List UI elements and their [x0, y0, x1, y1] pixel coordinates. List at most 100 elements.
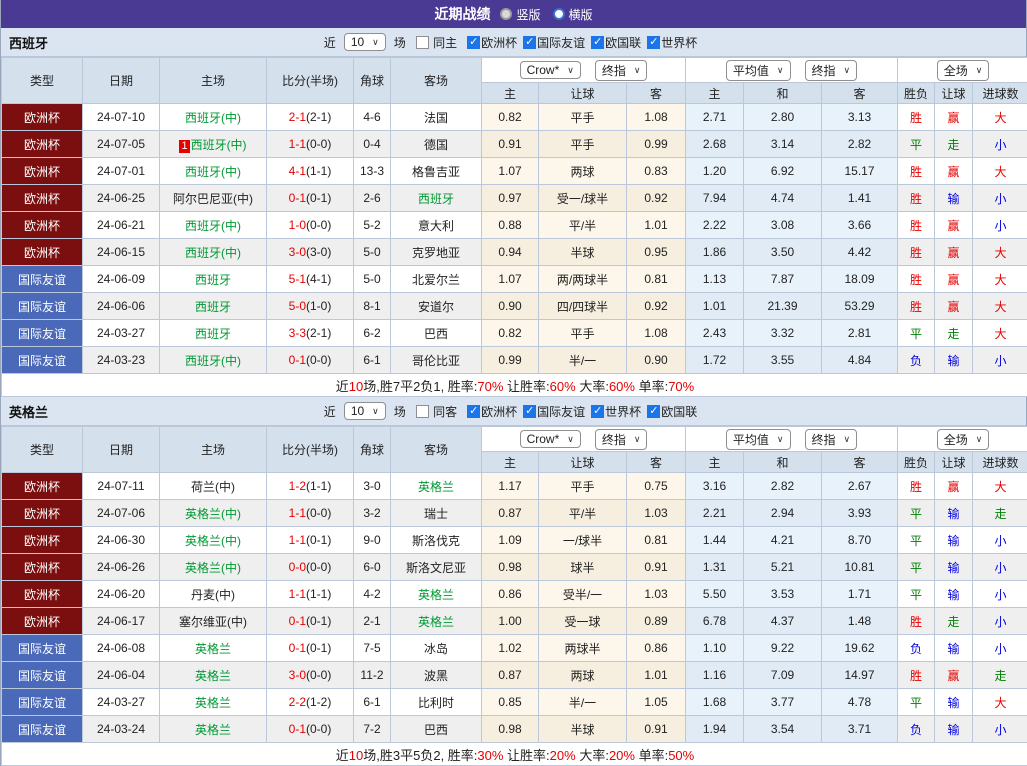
match-date-cell: 24-06-26 [83, 554, 160, 581]
chevron-down-icon: ∨ [634, 65, 641, 76]
full-time-score: 2-1 [289, 110, 306, 124]
full-match-select[interactable]: 全场∨ [937, 429, 990, 450]
checkbox-icon [591, 36, 604, 49]
average-odds-cell: 7.87 [744, 266, 822, 293]
half-time-score: (0-0) [306, 353, 331, 367]
table-row: 国际友谊24-03-27西班牙3-3(2-1)6-2巴西0.82平手1.082.… [2, 320, 1027, 347]
competition-checkbox[interactable]: 国际友谊 [523, 36, 591, 50]
handicap-odds-cell: 0.99 [482, 347, 539, 374]
competition-checkbox[interactable]: 欧洲杯 [467, 405, 523, 419]
handicap-odds-cell: 0.82 [482, 320, 539, 347]
handicap-odds-cell: 0.94 [482, 239, 539, 266]
bookmaker-select[interactable]: Crow*∨ [520, 430, 581, 448]
subcol-handicap-result: 让球 [935, 83, 973, 104]
competition-checkbox[interactable]: 国际友谊 [523, 405, 591, 419]
chevron-down-icon: ∨ [844, 434, 851, 445]
half-time-score: (1-1) [306, 479, 331, 493]
average-odds-cell: 3.55 [744, 347, 822, 374]
handicap-odds-cell: 1.09 [482, 527, 539, 554]
odds-time-select[interactable]: 终指∨ [595, 60, 648, 81]
score-cell: 0-1(0-1) [267, 185, 354, 212]
subcol-winlose: 胜负 [898, 452, 935, 473]
away-team-name: 克罗地亚 [412, 246, 460, 260]
home-team-cell: 西班牙(中) [160, 239, 267, 266]
competition-checkbox[interactable]: 欧国联 [647, 405, 703, 419]
competition-label: 欧国联 [605, 36, 641, 50]
match-date-cell: 24-03-23 [83, 347, 160, 374]
match-count-select[interactable]: 10∨ [344, 402, 386, 420]
section-summary: 近10场,胜3平5负2, 胜率:30% 让胜率:20% 大率:20% 单率:50… [2, 743, 1027, 766]
full-match-select[interactable]: 全场∨ [937, 60, 990, 81]
odds-time-select-2[interactable]: 终指∨ [805, 429, 858, 450]
competition-checkbox[interactable]: 世界杯 [647, 36, 703, 50]
away-team-cell: 斯洛文尼亚 [391, 554, 482, 581]
handicap-odds-cell: 半球 [539, 239, 627, 266]
radio-horizontal-layout[interactable]: 横版 [553, 6, 593, 23]
summary-segment: 大率: [576, 379, 609, 394]
odds-time-select[interactable]: 终指∨ [595, 429, 648, 450]
average-select[interactable]: 平均值∨ [726, 429, 791, 450]
average-odds-cell: 1.31 [686, 554, 744, 581]
result-cell: 平 [898, 500, 935, 527]
result-cell: 走 [973, 500, 1027, 527]
average-odds-cell: 1.01 [686, 293, 744, 320]
half-time-score: (0-0) [306, 560, 331, 574]
match-date-cell: 24-06-25 [83, 185, 160, 212]
chevron-down-icon: ∨ [844, 65, 851, 76]
corner-cell: 4-2 [354, 581, 391, 608]
same-venue-checkbox[interactable]: 同主 [416, 34, 457, 51]
average-odds-cell: 2.22 [686, 212, 744, 239]
checkbox-icon [591, 405, 604, 418]
result-cell: 平 [898, 320, 935, 347]
half-time-score: (0-0) [306, 218, 331, 232]
handicap-odds-cell: 两球 [539, 158, 627, 185]
result-cell: 赢 [935, 266, 973, 293]
table-row: 欧洲杯24-06-17塞尔维亚(中)0-1(0-1)2-1英格兰1.00受一球0… [2, 608, 1027, 635]
same-venue-checkbox[interactable]: 同客 [416, 403, 457, 420]
layout-radio-group: 竖版 横版 [500, 6, 592, 23]
handicap-odds-cell: 0.82 [482, 104, 539, 131]
full-time-score: 1-1 [289, 137, 306, 151]
col-header-score: 比分(半场) [267, 427, 354, 473]
home-team-cell: 英格兰 [160, 662, 267, 689]
competition-checkbox[interactable]: 欧洲杯 [467, 36, 523, 50]
home-team-cell: 英格兰 [160, 635, 267, 662]
match-type-cell: 欧洲杯 [2, 185, 83, 212]
away-team-name: 英格兰 [418, 588, 454, 602]
average-odds-cell: 3.54 [744, 716, 822, 743]
away-team-cell: 哥伦比亚 [391, 347, 482, 374]
competition-checkbox[interactable]: 欧国联 [591, 36, 647, 50]
handicap-odds-cell: 两球 [539, 662, 627, 689]
handicap-odds-cell: 半球 [539, 716, 627, 743]
handicap-odds-cell: 0.99 [627, 131, 686, 158]
match-date-cell: 24-07-01 [83, 158, 160, 185]
competition-checkbox[interactable]: 世界杯 [591, 405, 647, 419]
radio-vertical-layout[interactable]: 竖版 [500, 6, 540, 23]
odds-time-select-2[interactable]: 终指∨ [805, 60, 858, 81]
match-count-select[interactable]: 10∨ [344, 33, 386, 51]
match-type-cell: 欧洲杯 [2, 527, 83, 554]
average-odds-cell: 4.74 [744, 185, 822, 212]
result-cell: 赢 [935, 473, 973, 500]
summary-segment: 单率: [635, 748, 668, 763]
summary-segment: 10 [349, 379, 363, 394]
average-odds-cell: 1.94 [686, 716, 744, 743]
result-cell: 输 [935, 185, 973, 212]
page-container: 近期战绩 竖版 横版 西班牙 近 10∨ 场 [0, 0, 1027, 766]
average-select[interactable]: 平均值∨ [726, 60, 791, 81]
bookmaker-select[interactable]: Crow*∨ [520, 61, 581, 79]
subcol-away-odds: 客 [627, 83, 686, 104]
result-cell: 小 [973, 716, 1027, 743]
subcol-away-odds: 客 [627, 452, 686, 473]
corner-cell: 13-3 [354, 158, 391, 185]
away-team-cell: 巴西 [391, 716, 482, 743]
home-team-cell: 西班牙(中) [160, 347, 267, 374]
corner-cell: 9-0 [354, 527, 391, 554]
home-team-name: 英格兰(中) [185, 561, 241, 575]
average-odds-cell: 5.50 [686, 581, 744, 608]
handicap-odds-cell: 0.91 [627, 716, 686, 743]
home-team-cell: 阿尔巴尼亚(中) [160, 185, 267, 212]
away-team-name: 冰岛 [424, 642, 448, 656]
average-odds-cell: 3.32 [744, 320, 822, 347]
home-team-cell: 西班牙(中) [160, 104, 267, 131]
